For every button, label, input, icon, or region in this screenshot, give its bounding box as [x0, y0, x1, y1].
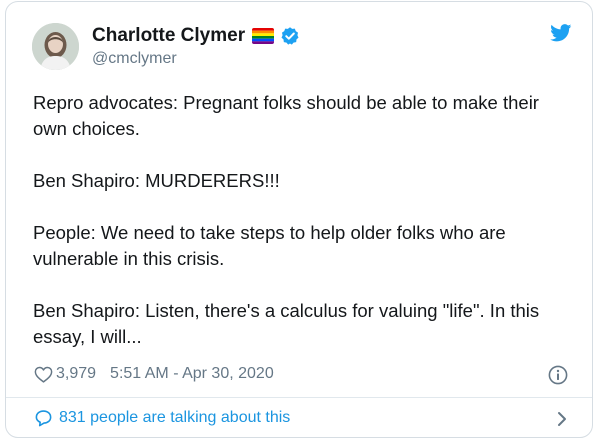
conversation-label[interactable]: 831 people are talking about this	[59, 409, 290, 427]
speech-bubble-icon	[34, 409, 53, 427]
author-name-row[interactable]: Charlotte Clymer	[92, 25, 300, 47]
author-handle[interactable]: @cmclymer	[92, 50, 177, 68]
verified-badge-icon	[280, 26, 300, 46]
rainbow-flag-icon	[252, 28, 275, 44]
tweet-paragraph: Ben Shapiro: Listen, there's a calculus …	[33, 300, 540, 347]
tweet-paragraph: Repro advocates: Pregnant folks should b…	[33, 92, 539, 139]
tweet-paragraph: Ben Shapiro: MURDERERS!!!	[33, 170, 280, 191]
chevron-right-icon[interactable]	[556, 411, 568, 427]
divider	[6, 397, 592, 398]
like-count[interactable]: 3,979	[56, 365, 96, 383]
heart-icon[interactable]	[34, 366, 53, 383]
info-icon[interactable]	[548, 365, 568, 385]
tweet-paragraph: People: We need to take steps to help ol…	[33, 222, 506, 269]
conversation-link[interactable]: 831 people are talking about this	[34, 409, 290, 427]
avatar[interactable]	[32, 23, 79, 70]
tweet-meta: 3,979 5:51 AM - Apr 30, 2020	[34, 365, 274, 383]
twitter-bird-icon[interactable]	[550, 24, 572, 42]
author-name[interactable]: Charlotte Clymer	[92, 25, 245, 47]
tweet-text: Repro advocates: Pregnant folks should b…	[33, 90, 573, 350]
tweet-card: Charlotte Clymer @cmclymer Repro advocat…	[5, 1, 593, 438]
avatar-image	[32, 23, 79, 70]
tweet-timestamp[interactable]: 5:51 AM - Apr 30, 2020	[110, 365, 274, 383]
